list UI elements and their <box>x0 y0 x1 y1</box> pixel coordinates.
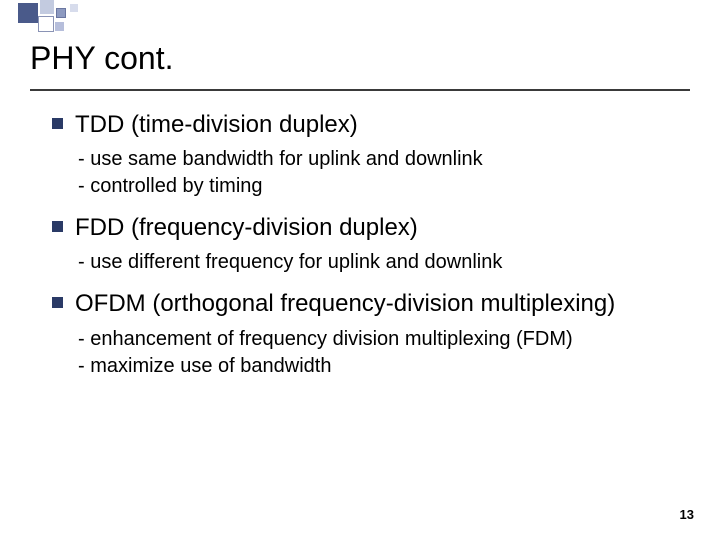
page-number: 13 <box>680 507 694 522</box>
square-bullet-icon <box>52 118 63 129</box>
bullet-row: TDD (time-division duplex) <box>52 109 690 140</box>
square-bullet-icon <box>52 297 63 308</box>
item-heading: TDD (time-division duplex) <box>75 109 358 140</box>
bullet-row: OFDM (orthogonal frequency-division mult… <box>52 288 690 319</box>
sub-point: - controlled by timing <box>78 173 690 200</box>
slide-title: PHY cont. <box>30 40 690 83</box>
item-heading: FDD (frequency-division duplex) <box>75 212 418 243</box>
bullet-row: FDD (frequency-division duplex) <box>52 212 690 243</box>
sub-point: - enhancement of frequency division mult… <box>78 326 690 353</box>
sub-list: - enhancement of frequency division mult… <box>78 326 690 380</box>
slide-content: PHY cont. TDD (time-division duplex) - u… <box>30 40 690 392</box>
sub-list: - use different frequency for uplink and… <box>78 249 690 276</box>
sub-list: - use same bandwidth for uplink and down… <box>78 146 690 200</box>
list-item: TDD (time-division duplex) - use same ba… <box>52 109 690 200</box>
sub-point: - use same bandwidth for uplink and down… <box>78 146 690 173</box>
list-item: FDD (frequency-division duplex) - use di… <box>52 212 690 276</box>
item-heading: OFDM (orthogonal frequency-division mult… <box>75 288 615 319</box>
title-underline <box>30 89 690 91</box>
sub-point: - maximize use of bandwidth <box>78 353 690 380</box>
square-bullet-icon <box>52 221 63 232</box>
list-item: OFDM (orthogonal frequency-division mult… <box>52 288 690 379</box>
corner-decoration <box>0 0 130 34</box>
sub-point: - use different frequency for uplink and… <box>78 249 690 276</box>
